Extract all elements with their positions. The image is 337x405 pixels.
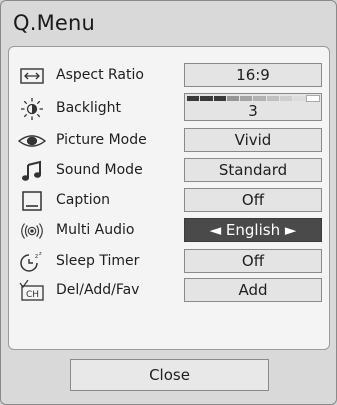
backlight-level-bar (187, 95, 320, 102)
menu-item-sound-mode[interactable]: Sound Mode Standard (9, 157, 329, 185)
menu-item-del-add-fav[interactable]: CH Del/Add/Fav Add (9, 277, 329, 305)
menu-item-picture-mode[interactable]: Picture Mode Vivid (9, 127, 329, 155)
menu-item-label: Del/Add/Fav (56, 282, 140, 298)
menu-item-sleep-timer[interactable]: z z Sleep Timer Off (9, 248, 329, 276)
backlight-segment (213, 96, 226, 101)
menu-item-label: Sleep Timer (56, 253, 140, 269)
multi-audio-value[interactable]: ◄ English ► (184, 218, 322, 242)
menu-item-label: Multi Audio (56, 222, 135, 238)
backlight-segment (305, 95, 320, 102)
aspect-ratio-value[interactable]: 16:9 (184, 63, 322, 87)
sleep-timer-icon: z z (18, 251, 46, 273)
menu-item-caption[interactable]: Caption Off (9, 187, 329, 215)
backlight-control[interactable]: 3 (184, 93, 322, 121)
del-add-fav-value[interactable]: Add (184, 278, 322, 302)
menu-item-backlight[interactable]: Backlight 3 (9, 93, 329, 123)
picture-mode-value[interactable]: Vivid (184, 128, 322, 152)
sound-mode-value[interactable]: Standard (184, 158, 322, 182)
channel-icon: CH (18, 280, 46, 302)
backlight-segment (266, 96, 280, 101)
backlight-segment (226, 96, 240, 101)
menu-item-label: Caption (56, 192, 111, 208)
backlight-value: 3 (248, 102, 258, 120)
music-note-icon (18, 160, 46, 182)
backlight-icon (18, 98, 46, 120)
menu-item-label: Backlight (56, 100, 122, 116)
menu-title: Q.Menu (13, 11, 96, 35)
eye-icon (18, 130, 46, 152)
menu-item-aspect-ratio[interactable]: Aspect Ratio 16:9 (9, 62, 329, 90)
sleep-timer-value[interactable]: Off (184, 249, 322, 273)
close-button[interactable]: Close (70, 359, 269, 391)
backlight-segment (187, 96, 200, 101)
backlight-segment (280, 96, 293, 101)
menu-item-label: Sound Mode (56, 162, 143, 178)
quick-menu-window: Q.Menu Aspect Ratio 16:9 Backlight 3 Pic… (0, 0, 337, 405)
backlight-segment (200, 96, 213, 101)
svg-text:CH: CH (26, 290, 39, 300)
caption-value[interactable]: Off (184, 188, 322, 212)
svg-text:z: z (39, 251, 42, 257)
menu-item-label: Aspect Ratio (56, 67, 144, 83)
audio-icon (18, 220, 46, 242)
caption-icon (18, 190, 46, 212)
menu-panel: Aspect Ratio 16:9 Backlight 3 Picture Mo… (8, 46, 330, 350)
backlight-segment (253, 96, 266, 101)
backlight-segment (293, 96, 306, 101)
svg-text:z: z (35, 253, 38, 260)
aspect-ratio-icon (18, 65, 46, 87)
menu-item-multi-audio[interactable]: Multi Audio ◄ English ► (9, 217, 329, 245)
backlight-segment (240, 96, 253, 101)
menu-item-label: Picture Mode (56, 132, 147, 148)
